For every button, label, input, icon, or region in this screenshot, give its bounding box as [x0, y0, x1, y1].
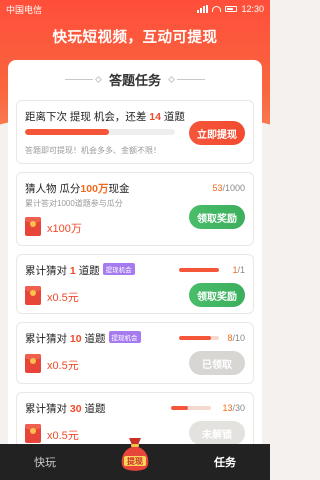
withdraw-chance-tag: 提现机会 — [108, 331, 141, 343]
task-progress-bar — [179, 336, 219, 340]
claim-reward-button[interactable]: 领取奖励 — [189, 283, 245, 307]
withdraw-progress-bar — [25, 129, 175, 135]
red-envelope-icon — [25, 217, 41, 236]
battery-icon — [225, 6, 238, 12]
task-reward: x0.5元 — [47, 360, 79, 372]
task-progress-fill — [171, 406, 189, 410]
task-progress-bar — [171, 406, 211, 410]
withdraw-chance-tag: 提现机会 — [102, 263, 135, 275]
task-title: 累计猜对 30 道题 — [25, 403, 106, 415]
task-progress-fill — [179, 336, 211, 340]
task-panel: 答题任务 距离下次 提现 机会，还差 14 道题 答题即可提现！机会多多、金额不… — [8, 60, 262, 480]
task-progress-fill — [179, 268, 219, 272]
withdraw-progress-card: 距离下次 提现 机会，还差 14 道题 答题即可提现！机会多多、金额不限！ 立即… — [16, 100, 254, 164]
red-envelope-icon — [25, 286, 41, 305]
task-reward: x0.5元 — [47, 292, 79, 304]
claim-reward-button[interactable]: 领取奖励 — [189, 205, 245, 229]
red-envelope-icon — [25, 424, 41, 443]
task-card: 累计猜对 1 道题 提现机会 1/1 x0.5元 领取奖励 — [16, 254, 254, 314]
bottom-tab-bar: 快玩 提现 任务 — [0, 438, 270, 480]
panel-title: 答题任务 — [108, 72, 161, 88]
task-count: 53/1000 — [212, 183, 245, 193]
task-reward: x0.5元 — [47, 430, 79, 442]
money-bag-icon: 提现 — [121, 438, 149, 471]
signal-icon — [197, 5, 209, 13]
withdraw-progress-fill — [25, 129, 109, 135]
task-card: 累计猜对 10 道题 提现机会 8/10 x0.5元 已领取 — [16, 322, 254, 384]
wifi-icon — [212, 6, 222, 12]
withdraw-progress-title: 距离下次 提现 机会，还差 14 道题 — [25, 111, 185, 123]
status-bar: 中国电信 12:30 — [0, 0, 270, 18]
withdraw-tab-label: 提现 — [127, 456, 143, 466]
claimed-button[interactable]: 已领取 — [189, 351, 245, 375]
task-title: 累计猜对 1 道题 提现机会 — [25, 263, 135, 278]
withdraw-now-button[interactable]: 立即提现 — [189, 121, 245, 145]
title-decoration-right — [167, 75, 205, 83]
tab-tasks[interactable]: 任务 — [180, 454, 270, 470]
task-reward: x100万 — [47, 223, 82, 235]
panel-header: 答题任务 — [8, 60, 262, 98]
task-count: 13/30 — [222, 403, 245, 413]
clock: 12:30 — [241, 4, 264, 14]
task-count: 1/1 — [232, 265, 245, 275]
task-title: 猜人物 瓜分100万现金 — [25, 183, 130, 195]
task-card: 猜人物 瓜分100万现金 累计答对1000道题参与瓜分 53/1000 x100… — [16, 172, 254, 246]
tab-kuaiwan[interactable]: 快玩 — [0, 454, 90, 470]
title-decoration-left — [64, 75, 103, 83]
headline: 快玩短视频，互动可提现 — [52, 30, 218, 46]
tab-withdraw[interactable]: 提现 — [90, 438, 180, 480]
carrier-label: 中国电信 — [6, 4, 43, 15]
withdraw-subtitle: 答题即可提现！机会多多、金额不限！ — [25, 146, 161, 155]
task-count: 8/10 — [227, 333, 245, 343]
red-envelope-icon — [25, 354, 41, 373]
locked-button[interactable]: 未解锁 — [189, 421, 245, 445]
task-subtitle: 累计答对1000道题参与瓜分 — [25, 199, 123, 208]
task-progress-bar — [179, 268, 219, 272]
task-title: 累计猜对 10 道题 提现机会 — [25, 331, 141, 346]
